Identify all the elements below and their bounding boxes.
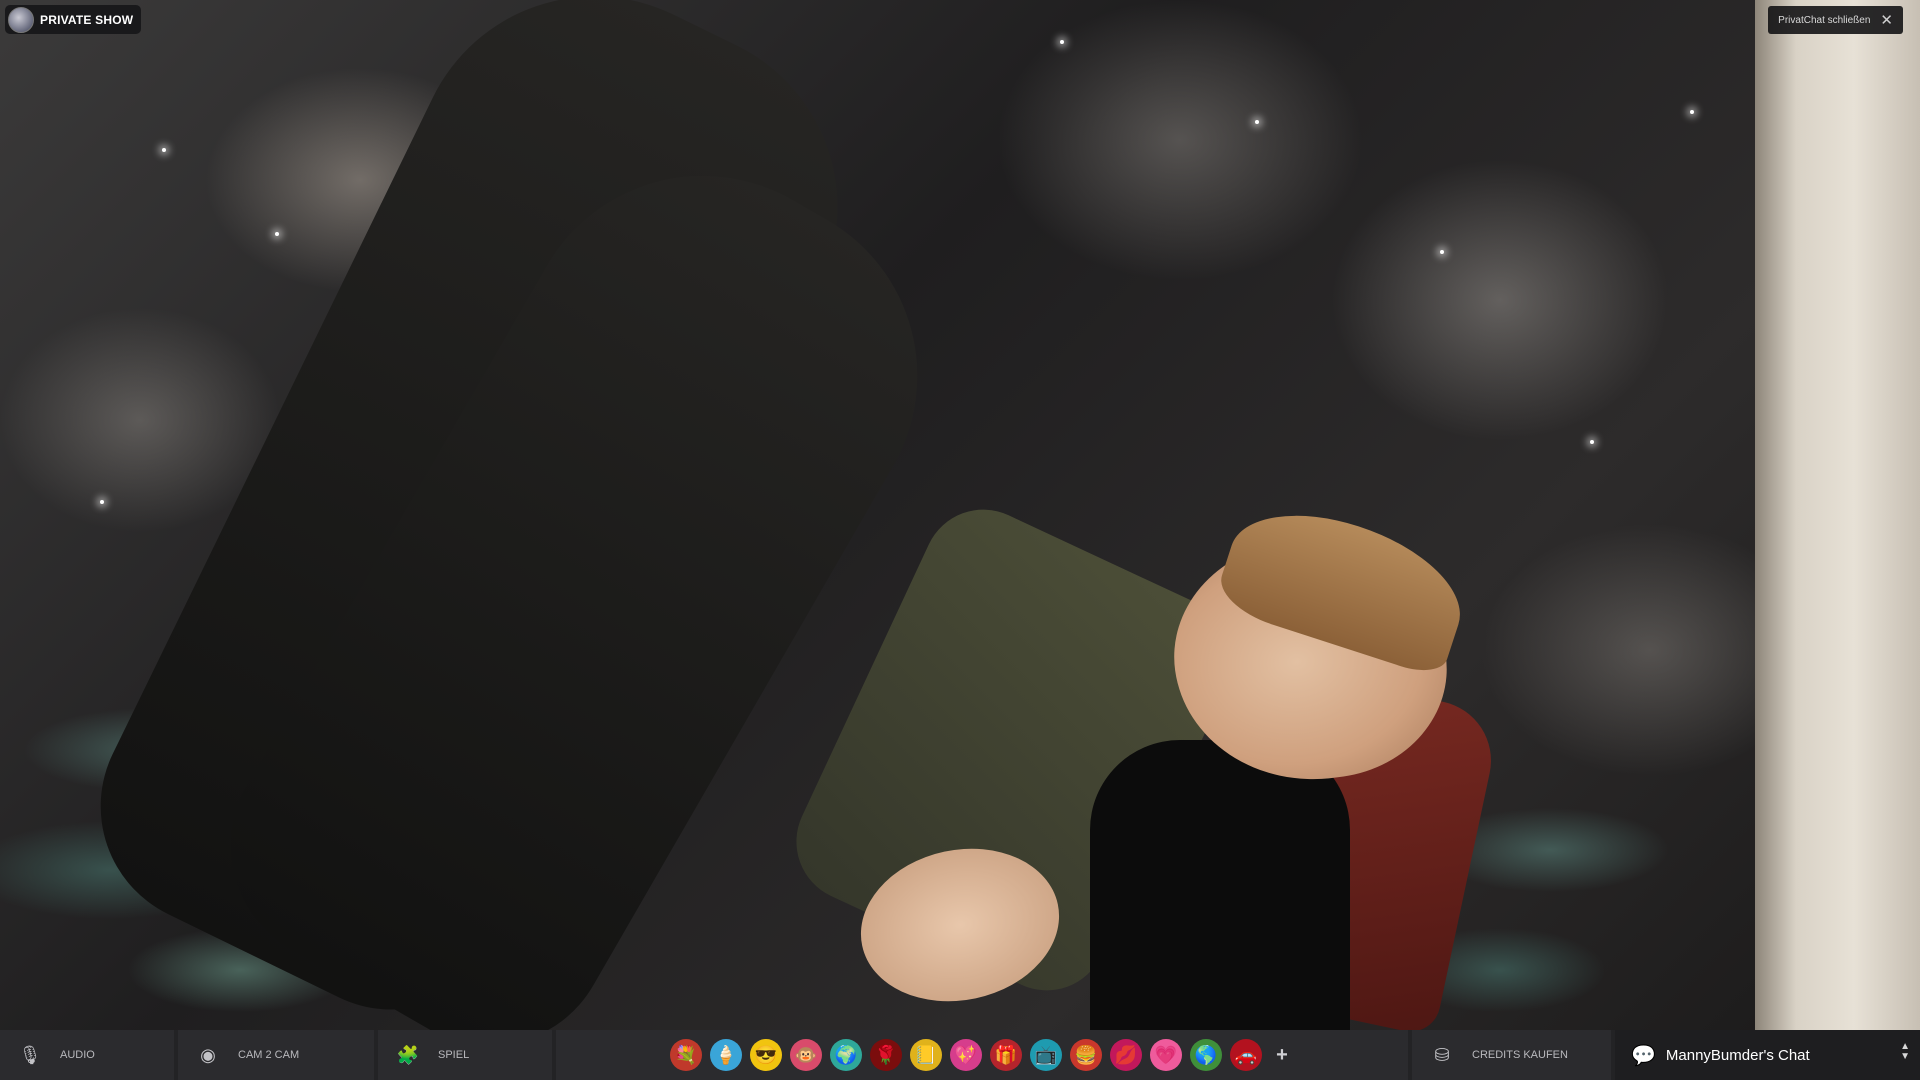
ice-cream-icon[interactable]: 🍦 [710, 1039, 742, 1071]
gift-box-icon[interactable]: 🎁 [990, 1039, 1022, 1071]
wallpaper-star [100, 500, 104, 504]
avatar [8, 6, 34, 33]
rose-icon[interactable]: 🌹 [870, 1039, 902, 1071]
note-icon[interactable]: 📒 [910, 1039, 942, 1071]
audio-label: AUDIO [60, 1049, 95, 1061]
cam2cam-button[interactable]: ◉ CAM 2 CAM [178, 1030, 374, 1080]
door-frame [1755, 0, 1920, 1030]
game-label: SPIEL [438, 1049, 470, 1061]
car-icon[interactable]: 🚗 [1230, 1039, 1262, 1071]
chat-bubble-icon: 💬 [1631, 1044, 1656, 1067]
cam2cam-label: CAM 2 CAM [238, 1049, 300, 1061]
monkey-icon[interactable]: 🐵 [790, 1039, 822, 1071]
select-arrows-icon: ▲ ▼ [1900, 1041, 1910, 1062]
coin-stack-icon: ⛁ [1434, 1044, 1450, 1065]
hamburger-icon[interactable]: 🍔 [1070, 1039, 1102, 1071]
more-gifts-button[interactable]: + [1270, 1039, 1294, 1071]
wallpaper-star [1255, 120, 1259, 124]
flower-bouquet-icon[interactable]: 💐 [670, 1039, 702, 1071]
video-stream [0, 0, 1920, 1030]
close-private-chat-button[interactable]: PrivatChat schließen ✕ [1768, 6, 1903, 34]
chat-selector[interactable]: 💬 MannyBumder's Chat ▲ ▼ [1615, 1030, 1920, 1080]
webcam-icon: ◉ [200, 1044, 216, 1065]
wallpaper-star [1060, 40, 1064, 44]
close-private-chat-label: PrivatChat schließen [1778, 14, 1871, 26]
game-button[interactable]: 🧩 SPIEL [378, 1030, 552, 1080]
bottom-toolbar: 🎙 AUDIO ◉ CAM 2 CAM 🧩 SPIEL 💐 🍦 😎 🐵 🌍 🌹 📒 💖 🎁 📺 🍔 💋… [0, 1030, 1920, 1080]
gift-bar: 💐 🍦 😎 🐵 🌍 🌹 📒 💖 🎁 📺 🍔 💋 💗 🌎 🚗 + [556, 1030, 1408, 1080]
lips-icon[interactable]: 💋 [1110, 1039, 1142, 1071]
buy-credits-label: CREDITS KAUFEN [1472, 1049, 1568, 1061]
puzzle-icon: 🧩 [396, 1044, 420, 1065]
perfume-icon[interactable]: 💖 [950, 1039, 982, 1071]
show-mode-badge: PRIVATE SHOW [5, 5, 142, 34]
wallpaper-star [275, 232, 279, 236]
show-mode-label: PRIVATE SHOW [40, 12, 134, 27]
microphone-icon: 🎙 [18, 1044, 42, 1065]
sunglasses-icon[interactable]: 😎 [750, 1039, 782, 1071]
chat-selector-label: MannyBumder's Chat [1665, 1046, 1810, 1064]
wallpaper-star [1440, 250, 1444, 254]
globe-icon[interactable]: 🌍 [830, 1039, 862, 1071]
heart-icon[interactable]: 💗 [1150, 1039, 1182, 1071]
wallpaper-star [1690, 110, 1694, 114]
earth-icon[interactable]: 🌎 [1190, 1039, 1222, 1071]
buy-credits-button[interactable]: ⛁ CREDITS KAUFEN [1412, 1030, 1611, 1080]
wallpaper-star [1590, 440, 1594, 444]
audio-button[interactable]: 🎙 AUDIO [0, 1030, 174, 1080]
person-torso [1090, 740, 1350, 1030]
wallpaper-star [162, 148, 166, 152]
close-icon: ✕ [1880, 11, 1893, 29]
monitor-icon[interactable]: 📺 [1030, 1039, 1062, 1071]
